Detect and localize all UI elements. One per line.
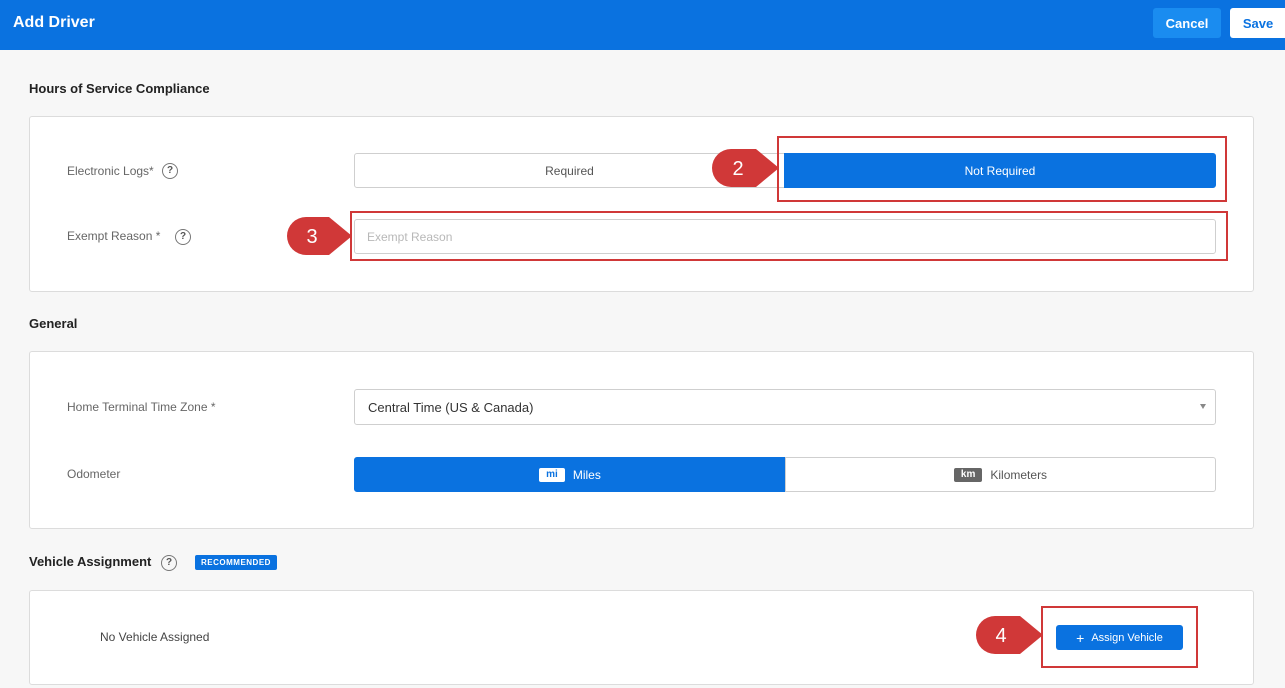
vehicle-help-icon[interactable]: ? (161, 555, 177, 571)
electronic-logs-label: Electronic Logs* (67, 164, 154, 178)
callout-highlight-step2 (777, 136, 1227, 202)
time-zone-value: Central Time (US & Canada) (368, 399, 534, 415)
recommended-badge: RECOMMENDED (195, 555, 277, 570)
cancel-button[interactable]: Cancel (1153, 8, 1221, 38)
callout-number-step2: 2 (732, 158, 743, 180)
hos-section-title: Hours of Service Compliance (29, 81, 210, 96)
callout-number-step4: 4 (995, 625, 1006, 647)
callout-highlight-step3 (350, 211, 1228, 261)
km-badge: km (953, 467, 983, 482)
exempt-reason-label: Exempt Reason * (67, 229, 161, 243)
vehicle-section-title: Vehicle Assignment (29, 554, 152, 569)
page-title: Add Driver (13, 14, 95, 31)
general-section-title: General (29, 316, 78, 331)
top-bar: Add Driver Cancel Save (0, 0, 1285, 50)
general-card (29, 351, 1254, 529)
callout-number-step3: 3 (306, 226, 317, 248)
electronic-logs-help-icon[interactable]: ? (162, 163, 178, 179)
no-vehicle-text: No Vehicle Assigned (100, 630, 210, 644)
callout-highlight-step4 (1041, 606, 1198, 668)
save-button[interactable]: Save (1230, 8, 1285, 38)
callout-marker-step3: 3 (287, 217, 352, 255)
odometer-label: Odometer (67, 467, 121, 481)
time-zone-label: Home Terminal Time Zone * (67, 400, 216, 414)
odometer-miles-option[interactable]: mi Miles (354, 457, 786, 492)
km-label: Kilometers (990, 467, 1048, 482)
chevron-down-icon (1200, 404, 1206, 409)
exempt-reason-help-icon[interactable]: ? (175, 229, 191, 245)
callout-marker-step2: 2 (712, 149, 779, 187)
miles-label: Miles (572, 467, 601, 482)
miles-badge: mi (539, 467, 565, 482)
time-zone-select[interactable]: Central Time (US & Canada) (354, 389, 1216, 425)
odometer-km-option[interactable]: km Kilometers (785, 457, 1216, 492)
callout-marker-step4: 4 (976, 616, 1043, 654)
